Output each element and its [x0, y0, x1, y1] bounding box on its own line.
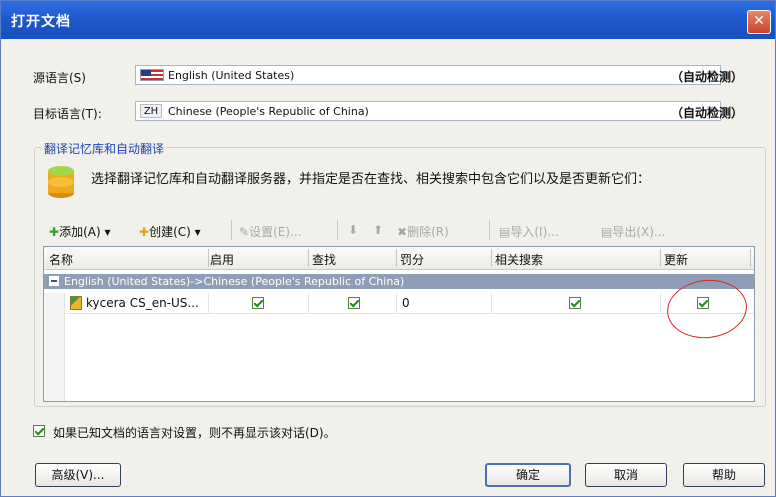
language-pair-group-row[interactable]: English (United States)->Chinese (People…	[44, 274, 754, 289]
plus-icon: ✚	[49, 225, 60, 239]
delete-x-icon: ✖	[397, 225, 408, 239]
close-icon: ✕	[753, 13, 765, 29]
arrow-up-icon: ⬆	[373, 223, 384, 237]
col-penalty[interactable]: 罚分	[400, 251, 424, 268]
target-language-label: 目标语言(T):	[33, 107, 102, 121]
close-button[interactable]: ✕	[747, 10, 771, 34]
tm-name: kycera CS_en-US...	[86, 296, 199, 310]
help-button[interactable]: 帮助	[683, 463, 765, 487]
ok-button[interactable]: 确定	[485, 463, 571, 487]
penalty-value[interactable]: 0	[402, 296, 410, 310]
import-button[interactable]: ▤导入(I)...	[499, 223, 559, 240]
concordance-checkbox[interactable]	[569, 297, 581, 309]
cell-divider	[208, 293, 209, 313]
source-language-select[interactable]: English (United States) ▼	[135, 65, 721, 85]
column-divider	[750, 249, 751, 267]
row-gutter	[44, 293, 65, 401]
column-divider	[308, 249, 309, 267]
create-label: 创建(C) ▾	[149, 225, 201, 239]
lookup-checkbox[interactable]	[348, 297, 360, 309]
col-update[interactable]: 更新	[664, 251, 688, 268]
move-up-button[interactable]: ⬆	[373, 223, 383, 237]
import-icon: ▤	[499, 225, 511, 239]
pencil-icon: ✎	[239, 225, 250, 239]
col-enabled[interactable]: 启用	[210, 251, 234, 268]
column-divider	[491, 249, 492, 267]
group-title: 翻译记忆库和自动翻译	[41, 140, 168, 157]
add-label: 添加(A) ▾	[59, 225, 111, 239]
open-document-dialog: 打开文档 ✕ 源语言(S) English (United States) ▼ …	[0, 0, 776, 497]
settings-button[interactable]: ✎设置(E)...	[239, 223, 301, 240]
column-divider	[396, 249, 397, 267]
target-language-select[interactable]: ZH Chinese (People's Republic of China) …	[135, 101, 721, 121]
column-divider	[660, 249, 661, 267]
create-button[interactable]: ✚创建(C) ▾	[139, 223, 201, 240]
toolbar-separator	[489, 220, 490, 240]
col-name[interactable]: 名称	[49, 251, 73, 268]
target-auto-detect: （自动检测）	[671, 106, 744, 120]
move-down-button[interactable]: ⬇	[348, 223, 358, 237]
collapse-icon[interactable]	[49, 276, 59, 286]
target-language-value: Chinese (People's Republic of China)	[168, 105, 369, 118]
export-button[interactable]: ▤导出(X)...	[601, 223, 665, 240]
table-row[interactable]: kycera CS_en-US... 0	[64, 293, 754, 314]
source-language-label: 源语言(S)	[33, 71, 86, 85]
toolbar-separator	[337, 220, 338, 240]
arrow-down-icon: ⬇	[348, 223, 359, 237]
source-auto-detect: （自动检测）	[671, 70, 744, 84]
create-plus-icon: ✚	[139, 225, 150, 239]
export-label: 导出(X)...	[612, 225, 666, 239]
column-divider	[208, 249, 209, 267]
dont-show-label[interactable]: 如果已知文档的语言对设置，则不再显示该对话(D)。	[53, 424, 336, 441]
add-button[interactable]: ✚添加(A) ▾	[49, 223, 110, 240]
cancel-button[interactable]: 取消	[585, 463, 667, 487]
enabled-checkbox[interactable]	[252, 297, 264, 309]
group-row-label: English (United States)->Chinese (People…	[64, 275, 405, 288]
export-icon: ▤	[601, 225, 613, 239]
advanced-button[interactable]: 高级(V)...	[35, 463, 121, 487]
import-label: 导入(I)...	[510, 225, 559, 239]
col-concordance[interactable]: 相关搜索	[495, 251, 543, 268]
title-bar[interactable]: 打开文档 ✕	[1, 1, 775, 39]
dialog-title: 打开文档	[11, 14, 71, 30]
cell-divider	[491, 293, 492, 313]
col-lookup[interactable]: 查找	[312, 251, 336, 268]
delete-label: 删除(R)	[407, 225, 449, 239]
dont-show-checkbox[interactable]	[33, 425, 45, 437]
tm-file-icon	[70, 296, 82, 310]
cell-divider	[396, 293, 397, 313]
table-header: 名称 启用 查找 罚分 相关搜索 更新	[44, 247, 754, 270]
tm-table[interactable]: 名称 启用 查找 罚分 相关搜索 更新 English (United Stat…	[43, 246, 755, 402]
toolbar-separator	[231, 220, 232, 240]
database-icon	[48, 166, 74, 198]
us-flag-icon	[140, 69, 164, 81]
delete-button[interactable]: ✖删除(R)	[397, 223, 449, 240]
language-code-badge: ZH	[140, 104, 162, 118]
cell-divider	[308, 293, 309, 313]
group-description: 选择翻译记忆库和自动翻译服务器，并指定是否在查找、相关搜索中包含它们以及是否更新…	[91, 172, 651, 187]
settings-label: 设置(E)...	[249, 225, 302, 239]
cell-divider	[660, 293, 661, 313]
source-language-value: English (United States)	[168, 69, 295, 82]
